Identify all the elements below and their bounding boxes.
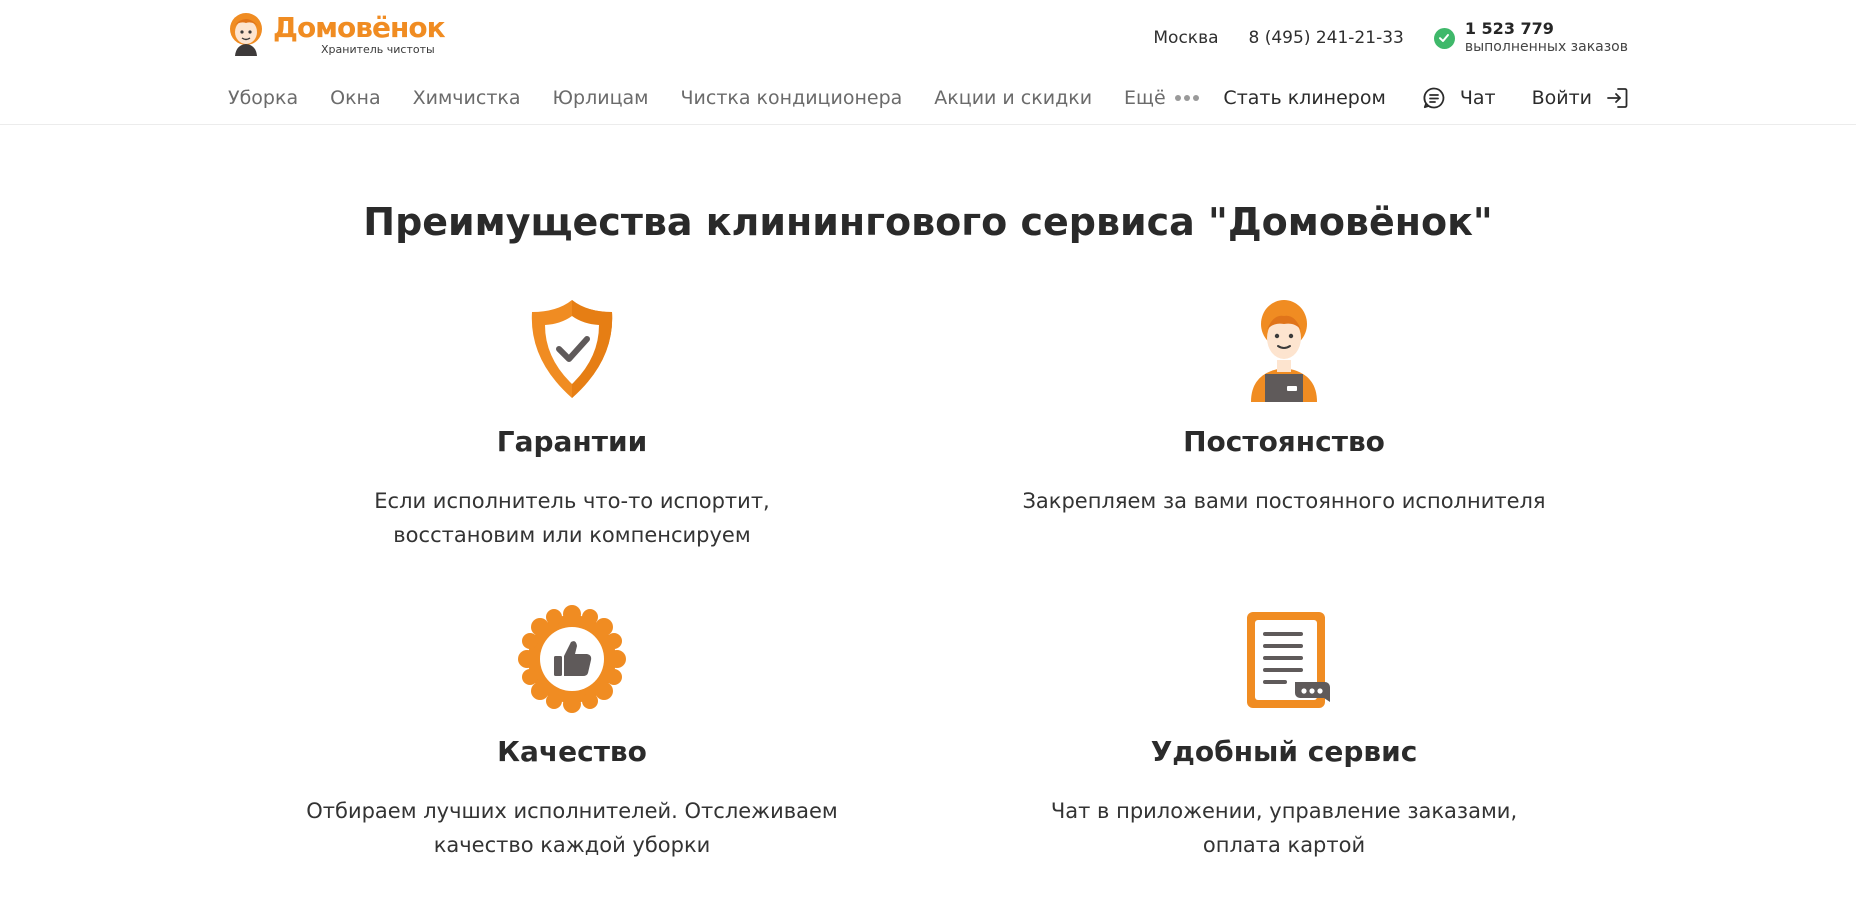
nav-item-windows[interactable]: Окна [330, 87, 381, 109]
nav-more-button[interactable]: Ещё [1124, 87, 1202, 109]
orders-label: выполненных заказов [1464, 39, 1628, 55]
feature-title: Постоянство [1183, 425, 1385, 458]
nav-item-dry-cleaning[interactable]: Химчистка [413, 87, 521, 109]
login-button[interactable]: Войти [1532, 87, 1628, 109]
phone-link[interactable]: 8 (495) 241-21-33 [1249, 28, 1404, 48]
more-dots-icon [1174, 95, 1202, 101]
feature-consistency: Постоянство Закрепляем за вами постоянно… [964, 294, 1604, 518]
shield-check-icon [517, 294, 627, 404]
logo-name: Домовёнок [273, 11, 446, 44]
nav-item-cleaning[interactable]: Уборка [228, 87, 298, 109]
orders-counter: 1 523 779 выполненных заказов [1433, 19, 1628, 56]
nav-item-ac-cleaning[interactable]: Чистка кондиционера [681, 87, 903, 109]
nav-more-label: Ещё [1124, 87, 1166, 109]
logo[interactable]: Домовёнок Хранитель чистоты [228, 12, 446, 58]
chat-icon [1423, 87, 1445, 109]
header-contacts: Москва 8 (495) 241-21-33 1 523 779 выпол… [1153, 18, 1628, 58]
feature-text: Чат в приложении, управление заказами, о… [1050, 799, 1518, 857]
become-cleaner-link[interactable]: Стать клинером [1223, 87, 1385, 109]
logo-tagline: Хранитель чистоты [321, 43, 435, 56]
cleaner-person-icon [1229, 294, 1339, 404]
document-chat-icon [1229, 604, 1339, 714]
city-selector[interactable]: Москва [1153, 28, 1218, 48]
header-actions: Стать клинером Чат Войти [1223, 80, 1628, 116]
orders-count: 1 523 779 [1464, 19, 1554, 38]
section-title: Преимущества клинингового сервиса "Домов… [363, 200, 1493, 244]
feature-guarantees: Гарантии Если исполнитель что-то испорти… [252, 294, 892, 552]
quality-badge-icon [517, 604, 627, 714]
feature-convenient-service: Удобный сервис Чат в приложении, управле… [964, 604, 1604, 862]
chat-label: Чат [1459, 87, 1496, 109]
login-label: Войти [1531, 87, 1592, 109]
feature-title: Качество [497, 735, 647, 768]
feature-text: Отбираем лучших исполнителей. Отслеживае… [306, 799, 838, 857]
nav-item-business[interactable]: Юрлицам [553, 87, 649, 109]
feature-quality: Качество Отбираем лучших исполнителей. О… [252, 604, 892, 862]
feature-text: Закрепляем за вами постоянного исполните… [1022, 489, 1546, 513]
site-header: Домовёнок Хранитель чистоты Москва 8 (49… [0, 0, 1856, 125]
mascot-logo-icon [230, 13, 262, 56]
nav-item-promotions[interactable]: Акции и скидки [934, 87, 1092, 109]
check-circle-icon [1433, 27, 1455, 49]
feature-title: Удобный сервис [1150, 735, 1418, 768]
main-nav: Уборка Окна Химчистка Юрлицам Чистка кон… [228, 80, 1202, 116]
feature-text: Если исполнитель что-то испортит, восста… [374, 489, 770, 547]
feature-title: Гарантии [496, 425, 648, 458]
chat-button[interactable]: Чат [1422, 86, 1496, 110]
login-icon [1607, 88, 1628, 108]
